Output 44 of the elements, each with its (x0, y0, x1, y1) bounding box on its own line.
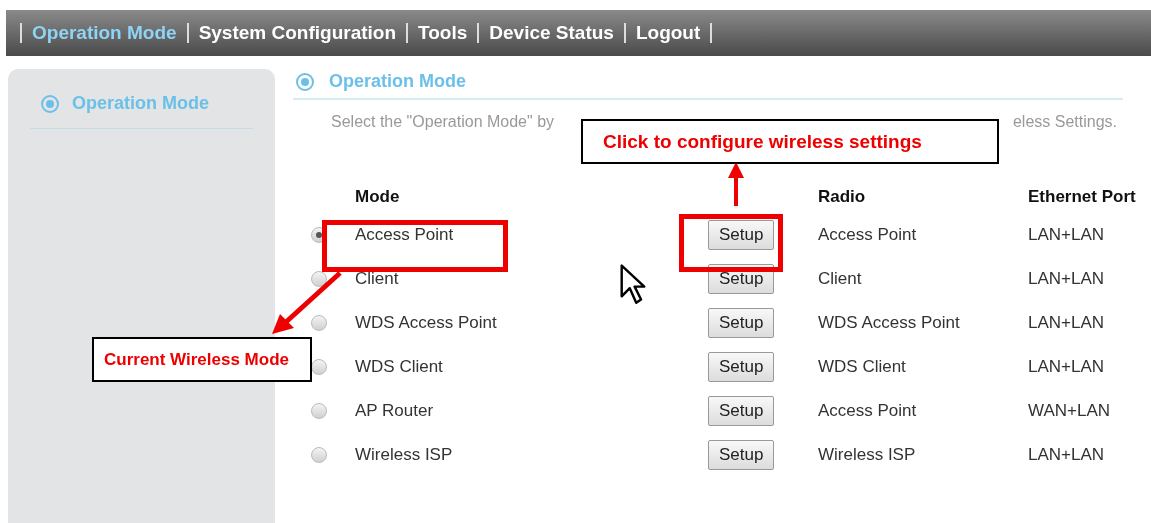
arrow (726, 162, 746, 206)
table-cell-text: LAN+LAN (1028, 313, 1106, 333)
table-cell-text: Client (818, 269, 863, 289)
nav-tab[interactable]: Logout (635, 22, 701, 44)
intro-text: Select the "Operation Mode" by (331, 113, 555, 131)
nav-tab[interactable]: Tools (418, 22, 468, 44)
setup-button[interactable]: Setup (708, 352, 775, 382)
target-icon (295, 71, 315, 92)
table-cell-text: Wireless ISP (818, 445, 917, 465)
target-icon (40, 93, 60, 114)
table-cell-text: WDS Client (818, 357, 907, 377)
table-cell-text: Access Point (818, 225, 918, 245)
table-cell-text: LAN+LAN (1028, 357, 1106, 377)
table-cell-text: WAN+LAN (1028, 401, 1112, 421)
nav-tab[interactable]: System Configuration (198, 22, 397, 44)
table-cell-text: LAN+LAN (1028, 225, 1106, 245)
cursor-icon (620, 264, 646, 306)
table-cell-text: LAN+LAN (1028, 445, 1106, 465)
table-cell-text: WDS Access Point (818, 313, 961, 333)
setup-button[interactable]: Setup (708, 440, 775, 470)
column-header: Ethernet Port (1028, 187, 1137, 207)
setup-button[interactable]: Setup (708, 220, 775, 250)
callout: Current Wireless Mode (92, 337, 312, 382)
radio-button[interactable] (311, 447, 327, 463)
mode-label: Access Point (355, 225, 455, 245)
radio-button[interactable] (311, 315, 327, 331)
section-title: Operation Mode (329, 71, 466, 92)
mode-label: Client (355, 269, 400, 289)
mode-label: Wireless ISP (355, 445, 454, 465)
radio-button[interactable] (311, 403, 327, 419)
arrow (272, 270, 344, 336)
radio-button[interactable] (311, 271, 327, 287)
mode-label: AP Router (355, 401, 435, 421)
column-header: Radio (818, 187, 867, 207)
nav-tab[interactable]: Device Status (489, 22, 614, 44)
setup-button[interactable]: Setup (708, 308, 775, 338)
mode-label: WDS Access Point (355, 313, 498, 333)
table-cell-text: LAN+LAN (1028, 269, 1106, 289)
setup-button[interactable]: Setup (708, 396, 775, 426)
mode-label: WDS Client (355, 357, 444, 377)
table-cell-text: Access Point (818, 401, 918, 421)
callout: Click to configure wireless settings (581, 119, 999, 164)
intro-text: eless Settings. (1012, 113, 1117, 131)
column-header: Mode (355, 187, 401, 207)
